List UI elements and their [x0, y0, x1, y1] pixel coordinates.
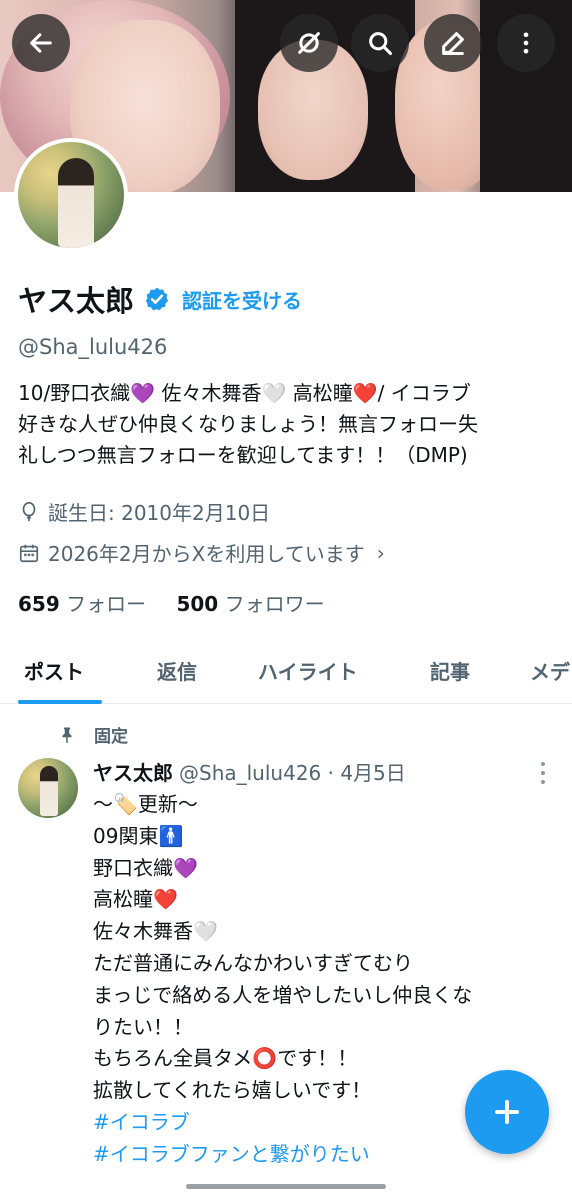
search-button[interactable] [351, 14, 409, 72]
avatar-figure [40, 766, 58, 816]
post-line: まっじで絡める人を増やしたいし仲良くな [93, 982, 473, 1007]
profile-birthday: 誕生日: 2010年2月10日 [18, 497, 270, 526]
profile-name-row: ヤス太郎 認証を受ける [18, 278, 302, 320]
chevron-right-icon: › [376, 540, 385, 565]
birthday-text: 誕生日: 2010年2月10日 [48, 501, 271, 525]
post-more-icon[interactable] [536, 762, 550, 784]
balloon-icon [22, 501, 36, 521]
following-count: 659 [18, 592, 60, 616]
arrow-left-icon [30, 33, 52, 53]
profile-handle: @Sha_lulu426 [18, 335, 168, 359]
pin-icon [62, 727, 72, 743]
bio-line: 礼しつつ無言フォローを歓迎してます！！（DMP) [18, 443, 468, 467]
edit-icon [442, 32, 464, 56]
following-link[interactable]: 659 フォロー [18, 592, 146, 616]
following-label: フォロー [66, 592, 147, 616]
post-line: 09関東🚹 [93, 823, 184, 848]
post-meta: @Sha_lulu426 · 4月5日 [179, 761, 406, 785]
followers-count: 500 [176, 592, 219, 616]
grok-icon [298, 32, 320, 54]
bio-line: 10/野口衣織💜 佐々木舞香🤍 高松瞳❤️/ イコラブ [18, 381, 471, 405]
post-header: ヤス太郎 @Sha_lulu426 · 4月5日 [93, 757, 406, 786]
home-indicator[interactable] [186, 1184, 386, 1189]
active-tab-indicator [18, 700, 102, 704]
post-line: もちろん全員タメ⭕です！！ [93, 1046, 358, 1071]
joined-text: 2026年2月からXを利用しています [48, 542, 365, 566]
tab-replies[interactable]: 返信 [157, 656, 197, 685]
profile-name: ヤス太郎 [18, 284, 135, 318]
profile-avatar[interactable] [14, 138, 128, 252]
tab-posts[interactable]: ポスト [24, 656, 84, 685]
post-line: 野口衣織💜 [93, 855, 198, 880]
tab-media[interactable]: メデ [530, 656, 570, 685]
post-author-name[interactable]: ヤス太郎 [93, 761, 173, 785]
post-line: 佐々木舞香🤍 [93, 919, 218, 944]
post-line: 〜🏷️更新〜 [93, 792, 198, 816]
search-icon [369, 32, 393, 56]
pinned-indicator: 固定 [58, 722, 128, 747]
get-verified-link[interactable]: 認証を受ける [182, 285, 302, 314]
bio-line: 好きな人ぜひ仲良くなりましょう！無言フォロー失 [18, 412, 478, 436]
profile-bio: 10/野口衣織💜 佐々木舞香🤍 高松瞳❤️/ イコラブ 好きな人ぜひ仲良くなりま… [18, 378, 558, 471]
tab-articles[interactable]: 記事 [430, 656, 470, 685]
tab-highlights[interactable]: ハイライト [258, 656, 358, 685]
avatar-figure [58, 158, 94, 248]
grok-button[interactable] [280, 14, 338, 72]
edit-button[interactable] [424, 14, 482, 72]
follow-stats: 659 フォロー 500 フォロワー [18, 588, 325, 617]
profile-joined[interactable]: 2026年2月からXを利用しています › [18, 538, 385, 567]
post-line: 高松瞳❤️ [93, 887, 178, 912]
post-line: ただ普通にみんなかわいすぎてむり [93, 950, 413, 975]
followers-link[interactable]: 500 フォロワー [176, 592, 324, 616]
more-vertical-icon [523, 32, 529, 54]
more-button[interactable] [497, 14, 555, 72]
profile-tabs: ポスト 返信 ハイライト 記事 メデ [0, 640, 572, 704]
verified-badge-icon [145, 287, 169, 311]
compose-post-button[interactable] [465, 1070, 549, 1154]
pinned-label: 固定 [94, 727, 128, 747]
post-line: りたい！！ [93, 1014, 193, 1039]
plus-icon [495, 1100, 519, 1124]
post-author-avatar[interactable] [18, 758, 78, 818]
back-button[interactable] [12, 14, 70, 72]
calendar-icon [19, 544, 39, 562]
followers-label: フォロワー [224, 592, 325, 616]
